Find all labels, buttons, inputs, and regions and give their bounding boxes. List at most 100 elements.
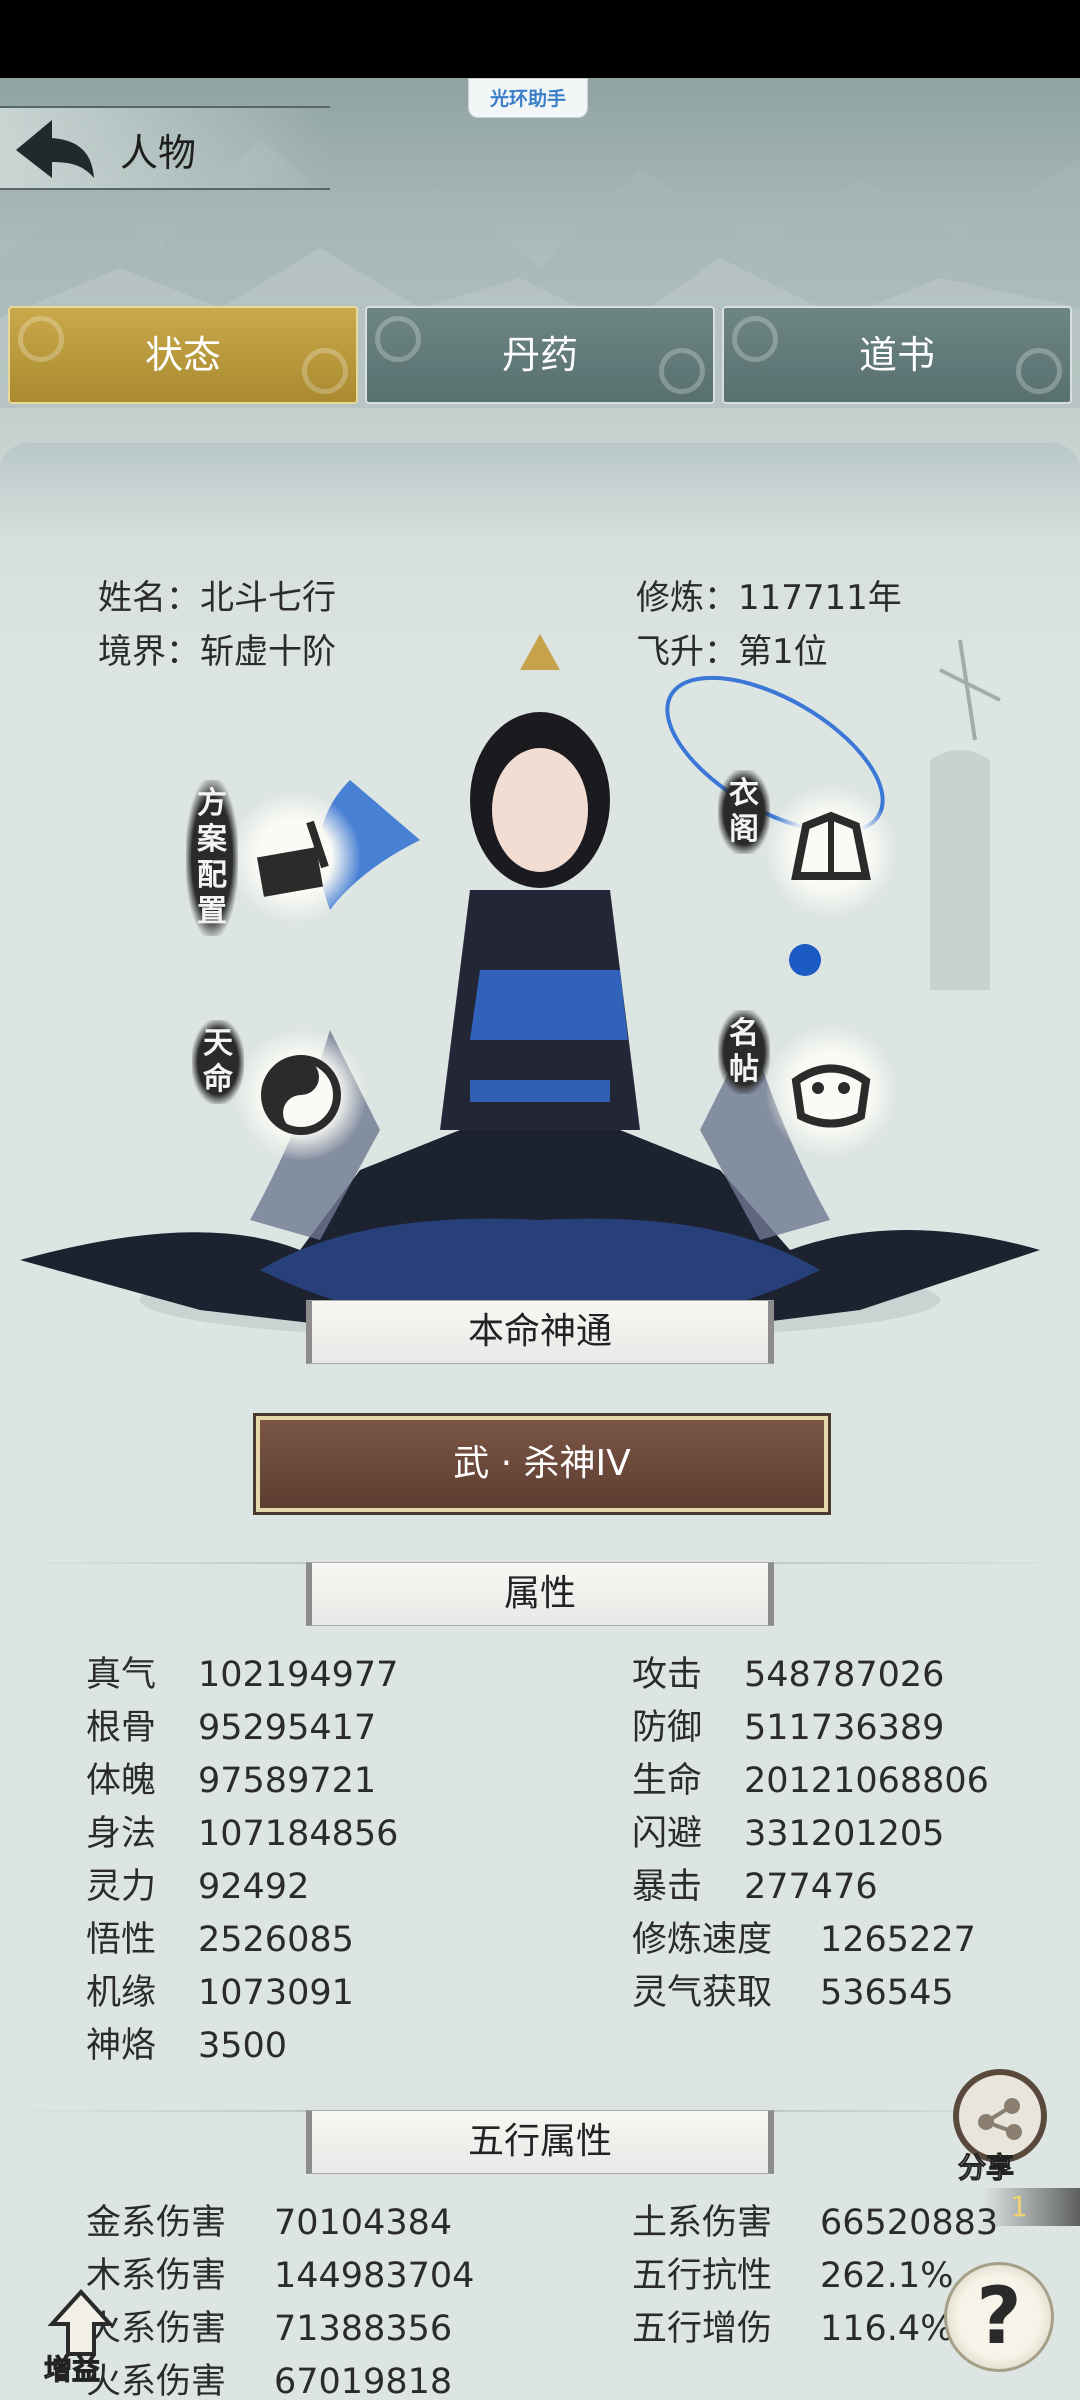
fate-label: 天命 — [192, 1020, 244, 1104]
attribute-value: 97589721 — [198, 1761, 377, 1801]
attribute-key: 机缘 — [86, 1973, 157, 2013]
robe-icon — [791, 811, 871, 880]
helper-badge[interactable]: 光环助手 — [468, 78, 588, 118]
attribute-key: 闪避 — [632, 1814, 703, 1854]
attribute-row: 土系伤害 66520883 — [632, 2198, 998, 2248]
attribute-row: 修炼速度 1265227 — [632, 1915, 976, 1965]
attribute-row: 防御 511736389 — [632, 1703, 944, 1753]
attribute-key: 灵力 — [86, 1867, 157, 1907]
wardrobe-circle — [766, 786, 896, 916]
tab-status[interactable]: 状态 — [8, 306, 358, 404]
wardrobe-label: 衣阁 — [718, 770, 770, 854]
tab-bar: 状态 丹药 道书 — [8, 306, 1072, 406]
attribute-value: 536545 — [820, 1973, 954, 2013]
character-portrait-area: 方案配置 天命 衣阁 名帖 — [0, 610, 1080, 1370]
attribute-value: 1073091 — [198, 1973, 354, 2013]
attribute-value: 66520883 — [820, 2203, 999, 2243]
fate-button[interactable]: 天命 — [192, 1020, 372, 1170]
attribute-value: 144983704 — [274, 2256, 475, 2296]
cloud-swirl-icon — [1016, 348, 1062, 394]
attribute-row: 灵气获取 536545 — [632, 1968, 954, 2018]
character-figure — [20, 634, 1040, 1350]
attribute-value: 3500 — [198, 2026, 288, 2066]
share-reward-badge: 1 — [982, 2188, 1080, 2226]
attribute-value: 511736389 — [744, 1708, 945, 1748]
status-bar — [0, 0, 1080, 78]
name-card-button[interactable]: 名帖 — [718, 1010, 898, 1170]
attribute-key: 金系伤害 — [86, 2203, 227, 2243]
tab-books[interactable]: 道书 — [722, 306, 1072, 404]
attribute-value: 102194977 — [198, 1655, 399, 1695]
attribute-row: 攻击 548787026 — [632, 1650, 944, 1700]
attribute-value: 95295417 — [198, 1708, 377, 1748]
attribute-value: 277476 — [744, 1867, 878, 1907]
tab-status-label: 状态 — [144, 333, 221, 377]
attribute-key: 五行抗性 — [632, 2256, 773, 2296]
attribute-value: 548787026 — [744, 1655, 945, 1695]
tab-pills-label: 丹药 — [501, 333, 578, 377]
wardrobe-button[interactable]: 衣阁 — [718, 770, 898, 930]
attribute-row: 五行增伤 116.4% — [632, 2304, 953, 2354]
attribute-value: 92492 — [198, 1867, 310, 1907]
attribute-row: 真气 102194977 — [86, 1650, 398, 1700]
attribute-row: 闪避 331201205 — [632, 1809, 944, 1859]
attribute-row: 神烙 3500 — [86, 2021, 287, 2071]
innate-skill-button[interactable]: 武 · 杀神IV — [256, 1416, 828, 1512]
top-header: 人物 — [0, 106, 330, 190]
name-card-label: 名帖 — [718, 1010, 770, 1094]
plan-config-label: 方案配置 — [186, 780, 238, 936]
attribute-row: 灵力 92492 — [86, 1862, 309, 1912]
attribute-value: 116.4% — [820, 2309, 954, 2349]
attribute-key: 攻击 — [632, 1655, 703, 1695]
attribute-value: 20121068806 — [744, 1761, 989, 1801]
scroll-brush-icon — [256, 820, 329, 897]
cloud-swirl-icon — [659, 348, 705, 394]
cloud-swirl-icon — [302, 348, 348, 394]
plan-config-button[interactable]: 方案配置 — [186, 780, 366, 940]
boost-button[interactable]: 增益 — [40, 2288, 122, 2388]
fate-circle — [236, 1030, 366, 1160]
help-button[interactable]: ? — [944, 2262, 1054, 2372]
attribute-row: 机缘 1073091 — [86, 1968, 354, 2018]
attribute-row: 身法 107184856 — [86, 1809, 398, 1859]
attribute-row: 体魄 97589721 — [86, 1756, 376, 1806]
attribute-row: 悟性 2526085 — [86, 1915, 354, 1965]
innate-skill-header: 本命神通 — [306, 1300, 774, 1364]
attribute-key: 防御 — [632, 1708, 703, 1748]
attribute-value: 70104384 — [274, 2203, 453, 2243]
back-button[interactable] — [12, 116, 98, 182]
attribute-row: 根骨 95295417 — [86, 1703, 376, 1753]
attribute-key: 暴击 — [632, 1867, 703, 1907]
share-label: 分享 — [957, 2151, 1015, 2185]
attribute-key: 悟性 — [86, 1920, 157, 1960]
attribute-key: 五行增伤 — [632, 2309, 773, 2349]
share-count: 1 — [1010, 2190, 1028, 2223]
attribute-row: 五行抗性 262.1% — [632, 2251, 953, 2301]
name-card-circle — [766, 1026, 896, 1156]
cloud-swirl-icon — [18, 316, 64, 362]
page-title: 人物 — [120, 131, 197, 175]
cloud-swirl-icon — [375, 316, 421, 362]
attribute-key: 土系伤害 — [632, 2203, 773, 2243]
attribute-key: 根骨 — [86, 1708, 157, 1748]
plan-circle — [230, 792, 360, 922]
attribute-key: 生命 — [632, 1761, 703, 1801]
elements-header: 五行属性 — [306, 2110, 774, 2174]
attribute-row: 暴击 277476 — [632, 1862, 878, 1912]
yin-yang-icon — [261, 1055, 341, 1135]
attribute-value: 67019818 — [274, 2362, 453, 2400]
attribute-value: 331201205 — [744, 1814, 945, 1854]
tab-pills[interactable]: 丹药 — [365, 306, 715, 404]
attribute-key: 修炼速度 — [632, 1920, 773, 1960]
attributes-header: 属性 — [306, 1562, 774, 1626]
share-button[interactable]: 分享 — [952, 2068, 1048, 2196]
mask-icon — [791, 1064, 871, 1128]
attribute-value: 262.1% — [820, 2256, 954, 2296]
attribute-value: 1265227 — [820, 1920, 976, 1960]
attribute-value: 107184856 — [198, 1814, 399, 1854]
attribute-key: 身法 — [86, 1814, 157, 1854]
cloud-swirl-icon — [732, 316, 778, 362]
attribute-key: 灵气获取 — [632, 1973, 773, 2013]
attribute-value: 2526085 — [198, 1920, 354, 1960]
attribute-key: 真气 — [86, 1655, 157, 1695]
